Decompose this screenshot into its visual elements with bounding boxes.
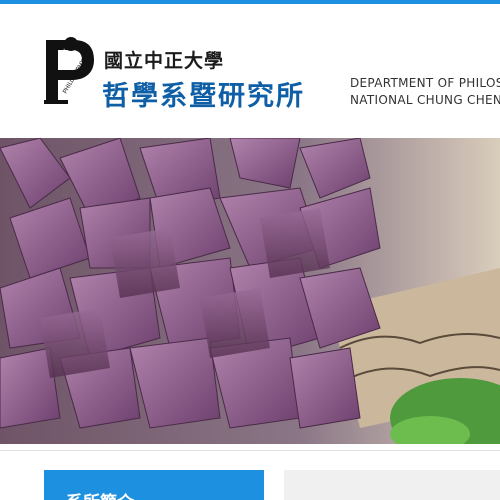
content-area: 系所簡介 [0,444,500,500]
english-university-name: NATIONAL CHUNG CHENG U [350,93,500,107]
main-content-panel [284,470,500,500]
sidebar-title[interactable]: 系所簡介 [44,470,264,500]
english-department-name: DEPARTMENT OF PHILOSO [350,76,500,90]
philosophy-logo: PHILOSOPHY [44,37,94,104]
hero-banner-image [0,138,500,444]
divider [0,450,500,451]
university-name: 國立中正大學 [104,50,225,72]
site-header: PHILOSOPHY 國立中正大學 哲學系暨研究所 DEPARTMENT OF … [0,4,500,138]
department-name[interactable]: 哲學系暨研究所 [102,74,305,113]
